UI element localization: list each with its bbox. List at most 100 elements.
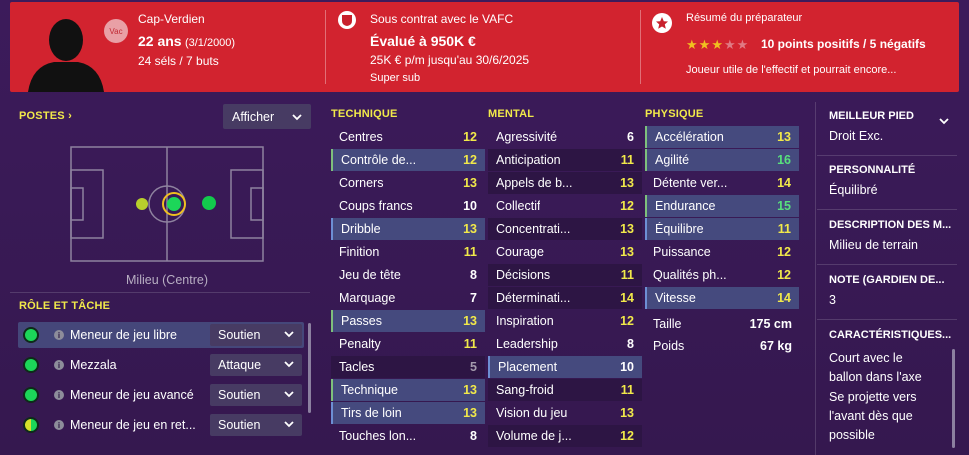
attribute-row[interactable]: Placement 10: [488, 356, 642, 378]
duty-dropdown[interactable]: Attaque: [210, 354, 302, 376]
attribute-value: 13: [620, 245, 634, 259]
roles-scrollbar[interactable]: [308, 323, 311, 413]
pitch-diagram: [70, 146, 264, 262]
attribute-row[interactable]: Équilibre 11: [645, 218, 799, 240]
chevron-down-icon: [284, 421, 294, 428]
attribute-value: 14: [777, 291, 791, 305]
attribute-row[interactable]: Puissance 12: [645, 241, 799, 263]
attribute-row[interactable]: Inspiration 12: [488, 310, 642, 332]
info-icon[interactable]: i: [54, 420, 64, 430]
roles-title: RÔLE ET TÂCHE: [19, 300, 111, 312]
trait-1-line2: ballon dans l'axe: [829, 370, 922, 384]
attribute-name: Accélération: [655, 130, 724, 144]
attribute-name: Tacles: [339, 360, 375, 374]
position-dot-am: [202, 196, 216, 210]
attribute-row[interactable]: Qualités ph... 12: [645, 264, 799, 286]
attribute-row[interactable]: Marquage 7: [331, 287, 485, 309]
chevron-down-icon[interactable]: [939, 116, 949, 126]
duty-dropdown[interactable]: Soutien: [210, 324, 302, 346]
attribute-name: Volume de j...: [496, 429, 572, 443]
attribute-value: 11: [620, 383, 634, 397]
role-row[interactable]: i Meneur de jeu avancé Soutien: [18, 382, 304, 408]
technique-title: TECHNIQUE: [331, 108, 398, 120]
attribute-name: Touches lon...: [339, 429, 417, 443]
attribute-row[interactable]: Tirs de loin 13: [331, 402, 485, 424]
height-label: Taille: [653, 317, 682, 331]
attribute-row[interactable]: Contrôle de... 12: [331, 149, 485, 171]
header-divider: [325, 10, 326, 84]
scout-report-text[interactable]: Joueur utile de l'effectif et pourrait e…: [686, 64, 896, 76]
attribute-row[interactable]: Tacles 5: [331, 356, 485, 378]
squad-status: Super sub: [370, 72, 421, 84]
attribute-row[interactable]: Agilité 16: [645, 149, 799, 171]
attribute-row[interactable]: Technique 13: [331, 379, 485, 401]
attribute-name: Détente ver...: [653, 176, 728, 190]
attribute-row[interactable]: Leadership 8: [488, 333, 642, 355]
attribute-row[interactable]: Vitesse 14: [645, 287, 799, 309]
attribute-row[interactable]: Collectif 12: [488, 195, 642, 217]
best-foot-value: Droit Exc.: [829, 129, 884, 143]
role-row[interactable]: i Meneur de jeu libre Soutien: [18, 322, 304, 348]
info-divider: [817, 319, 957, 320]
attribute-row[interactable]: Concentrati... 13: [488, 218, 642, 240]
role-row[interactable]: i Meneur de jeu en ret... Soutien: [18, 412, 304, 438]
attribute-row[interactable]: Accélération 13: [645, 126, 799, 148]
role-row[interactable]: i Mezzala Attaque: [18, 352, 304, 378]
attribute-row[interactable]: Finition 11: [331, 241, 485, 263]
scout-report-title: Résumé du préparateur: [686, 12, 803, 24]
attribute-name: Endurance: [655, 199, 716, 213]
attribute-row[interactable]: Jeu de tête 8: [331, 264, 485, 286]
attribute-row[interactable]: Courage 13: [488, 241, 642, 263]
attribute-row[interactable]: Passes 13: [331, 310, 485, 332]
duty-dropdown[interactable]: Soutien: [210, 414, 302, 436]
attribute-name: Agilité: [655, 153, 690, 167]
attribute-name: Anticipation: [496, 153, 561, 167]
chevron-down-icon: [284, 391, 294, 398]
attribute-value: 13: [463, 222, 477, 236]
attribute-row[interactable]: Corners 13: [331, 172, 485, 194]
attribute-row[interactable]: Appels de b... 13: [488, 172, 642, 194]
attribute-value: 12: [620, 314, 634, 328]
attribute-row[interactable]: Penalty 11: [331, 333, 485, 355]
info-icon[interactable]: i: [54, 360, 64, 370]
positions-title[interactable]: POSTES ›: [19, 110, 72, 122]
attribute-row[interactable]: Coups francs 10: [331, 195, 485, 217]
attribute-row[interactable]: Détente ver... 14: [645, 172, 799, 194]
trait-2-line1: Se projette vers: [829, 390, 917, 404]
attribute-row[interactable]: Endurance 15: [645, 195, 799, 217]
attribute-row[interactable]: Décisions 11: [488, 264, 642, 286]
attribute-value: 8: [627, 337, 634, 351]
attribute-row[interactable]: Dribble 13: [331, 218, 485, 240]
gk-rating-value: 3: [829, 293, 836, 307]
info-scrollbar[interactable]: [952, 349, 955, 448]
duty-value: Soutien: [218, 388, 261, 402]
info-divider: [817, 209, 957, 210]
role-suitability-icon: [23, 417, 39, 433]
scout-summary: 10 points positifs / 5 négatifs: [761, 37, 926, 51]
attribute-row[interactable]: Volume de j... 12: [488, 425, 642, 447]
info-icon[interactable]: i: [54, 330, 64, 340]
chevron-down-icon: [292, 114, 302, 121]
section-divider: [10, 292, 310, 293]
duty-value: Soutien: [218, 418, 261, 432]
attribute-row[interactable]: Vision du jeu 13: [488, 402, 642, 424]
attribute-row[interactable]: Centres 12: [331, 126, 485, 148]
attribute-row[interactable]: Déterminati... 14: [488, 287, 642, 309]
attribute-value: 13: [463, 406, 477, 420]
panel-divider: [815, 102, 816, 455]
attribute-value: 11: [463, 245, 477, 259]
trait-2-line2: l'avant dès que: [829, 409, 913, 423]
attribute-name: Décisions: [496, 268, 551, 282]
nationality: Cap-Verdien: [138, 12, 205, 26]
show-dropdown[interactable]: Afficher: [223, 104, 311, 129]
info-icon[interactable]: i: [54, 390, 64, 400]
attribute-row[interactable]: Touches lon... 8: [331, 425, 485, 447]
player-value: Évalué à 950K €: [370, 33, 476, 49]
attribute-row[interactable]: Sang-froid 11: [488, 379, 642, 401]
attribute-name: Finition: [339, 245, 380, 259]
duty-dropdown[interactable]: Soutien: [210, 384, 302, 406]
physique-title: PHYSIQUE: [645, 108, 704, 120]
attribute-row[interactable]: Anticipation 11: [488, 149, 642, 171]
star-icon: ★: [736, 37, 749, 52]
attribute-row[interactable]: Agressivité 6: [488, 126, 642, 148]
